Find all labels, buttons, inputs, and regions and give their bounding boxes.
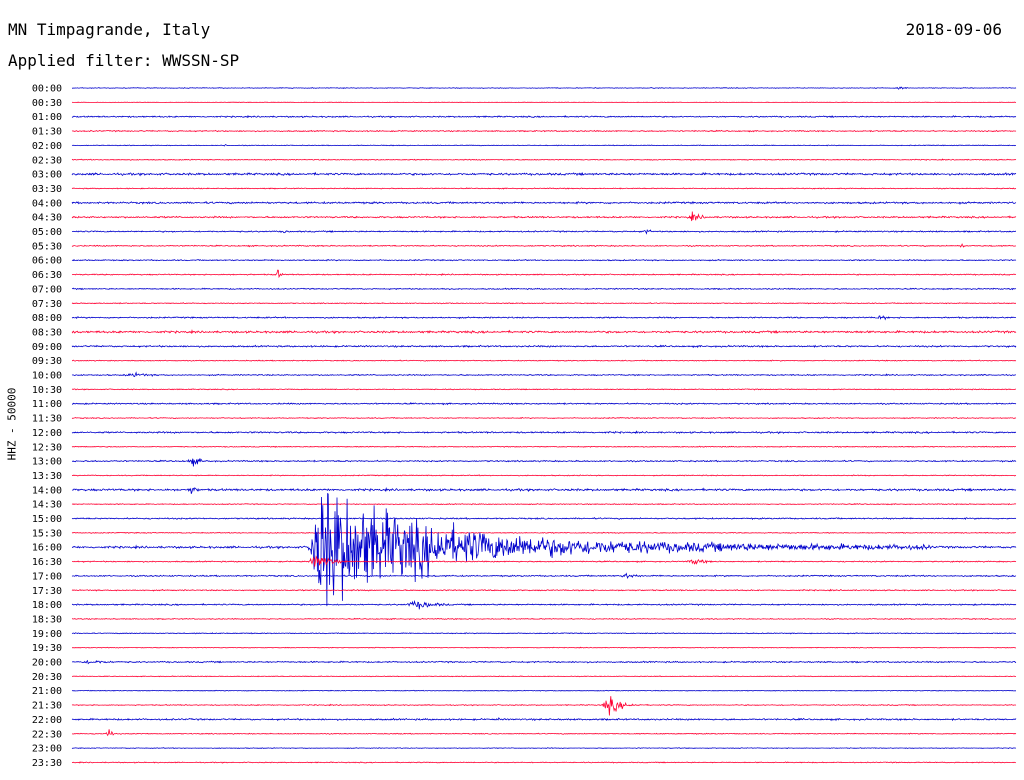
trace-row-0730 [71,302,1016,305]
trace-row-0900 [71,344,1017,349]
trace-row-0230 [71,158,1017,161]
time-tick-label: 05:00 [32,227,62,238]
trace-row-0300 [71,171,1017,177]
trace-row-0600 [71,258,1017,262]
time-tick-label: 16:30 [32,557,62,568]
trace-row-2030 [71,675,1017,678]
trace-row-0830 [71,329,1017,335]
time-tick-label: 07:00 [32,284,62,295]
time-tick-label: 06:00 [32,256,62,267]
time-tick-label: 09:00 [32,342,62,353]
time-tick-label: 03:30 [32,184,62,195]
trace-row-0130 [71,129,1017,133]
trace-row-1600 [71,492,1017,607]
trace-row-1730 [71,588,1017,592]
trace-row-1230 [71,445,1016,448]
time-tick-label: 23:00 [32,744,62,755]
trace-row-1530 [71,531,1017,534]
time-tick-label: 20:00 [32,658,62,669]
time-tick-label: 14:00 [32,485,62,496]
time-tick-label: 00:30 [32,98,62,109]
time-tick-label: 21:00 [32,686,62,697]
time-tick-label: 04:30 [32,213,62,224]
time-tick-label: 15:30 [32,528,62,539]
trace-row-0800 [71,315,1017,321]
trace-group [71,86,1017,764]
trace-row-1030 [71,388,1016,391]
time-tick-label: 11:00 [32,399,62,410]
trace-row-2330 [71,761,1017,764]
time-tick-label: 08:00 [32,313,62,324]
helicorder-plot: 00:00 00:30 01:00 01:30 02:00 02:30 03:00 03:30… [32,84,1017,769]
trace-row-1000 [71,371,1016,378]
time-tick-label: 01:00 [32,112,62,123]
time-tick-label: 18:00 [32,600,62,611]
time-tick-label: 12:00 [32,428,62,439]
trace-row-2100 [71,689,1016,692]
time-tick-label: 18:30 [32,614,62,625]
time-tick-label: 06:30 [32,270,62,281]
time-tick-label: 00:00 [32,84,62,95]
time-tick-label: 04:00 [32,198,62,209]
time-tick-label: 17:00 [32,571,62,582]
trace-row-0930 [72,359,1017,362]
trace-row-1830 [71,617,1017,621]
trace-row-1300 [71,457,1017,467]
time-tick-label: 02:00 [32,141,62,152]
trace-row-0400 [71,200,1017,205]
time-tick-label: 13:30 [32,471,62,482]
trace-row-1330 [71,474,1017,477]
time-tick-label: 13:00 [32,457,62,468]
trace-row-0200 [71,143,1016,147]
trace-row-0700 [71,287,1017,291]
trace-row-0000 [71,86,1017,90]
time-tick-label: 20:30 [32,672,62,683]
trace-row-0500 [71,228,1017,235]
trace-row-0430 [71,211,1017,222]
time-tick-label: 12:30 [32,442,62,453]
trace-row-0530 [71,243,1017,248]
trace-row-2000 [71,659,1017,665]
time-tick-label: 16:00 [32,543,62,554]
time-tick-label: 10:30 [32,385,62,396]
trace-row-1200 [71,430,1017,435]
time-tick-label: 02:30 [32,155,62,166]
trace-row-2230 [71,729,1017,737]
time-tick-label: 07:30 [32,299,62,310]
trace-row-1400 [71,487,1017,494]
trace-row-1930 [71,646,1017,649]
time-tick-label: 09:30 [32,356,62,367]
time-tick-label: 05:30 [32,241,62,252]
time-tick-label: 19:00 [32,629,62,640]
trace-row-2200 [71,717,1017,722]
trace-row-1800 [71,599,1017,610]
time-tick-label: 23:30 [32,758,62,769]
time-tick-label: 19:30 [32,643,62,654]
time-tick-label: 17:30 [32,586,62,597]
trace-row-1630 [72,555,1017,567]
trace-row-1700 [71,572,1017,579]
trace-row-1430 [71,502,1017,506]
time-tick-label: 03:00 [32,170,62,181]
trace-row-0030 [71,101,1017,104]
time-tick-label: 15:00 [32,514,62,525]
time-tick-label: 22:30 [32,729,62,740]
trace-row-1500 [71,517,1017,521]
time-tick-label: 14:30 [32,500,62,511]
trace-row-1130 [71,416,1017,420]
time-tick-label: 10:00 [32,371,62,382]
time-tick-label: 08:30 [32,327,62,338]
trace-row-1100 [72,402,1017,406]
trace-row-0330 [71,187,1017,190]
time-tick-group: 00:00 00:30 01:00 01:30 02:00 02:30 03:00 03:30… [32,84,62,769]
time-tick-label: 21:30 [32,701,62,712]
trace-row-1900 [71,632,1016,635]
trace-row-0100 [71,114,1017,119]
trace-row-2130 [71,696,1017,716]
time-tick-label: 01:30 [32,127,62,138]
time-tick-label: 22:00 [32,715,62,726]
trace-row-2300 [71,747,1017,750]
time-tick-label: 11:30 [32,414,62,425]
trace-row-0630 [71,269,1017,279]
